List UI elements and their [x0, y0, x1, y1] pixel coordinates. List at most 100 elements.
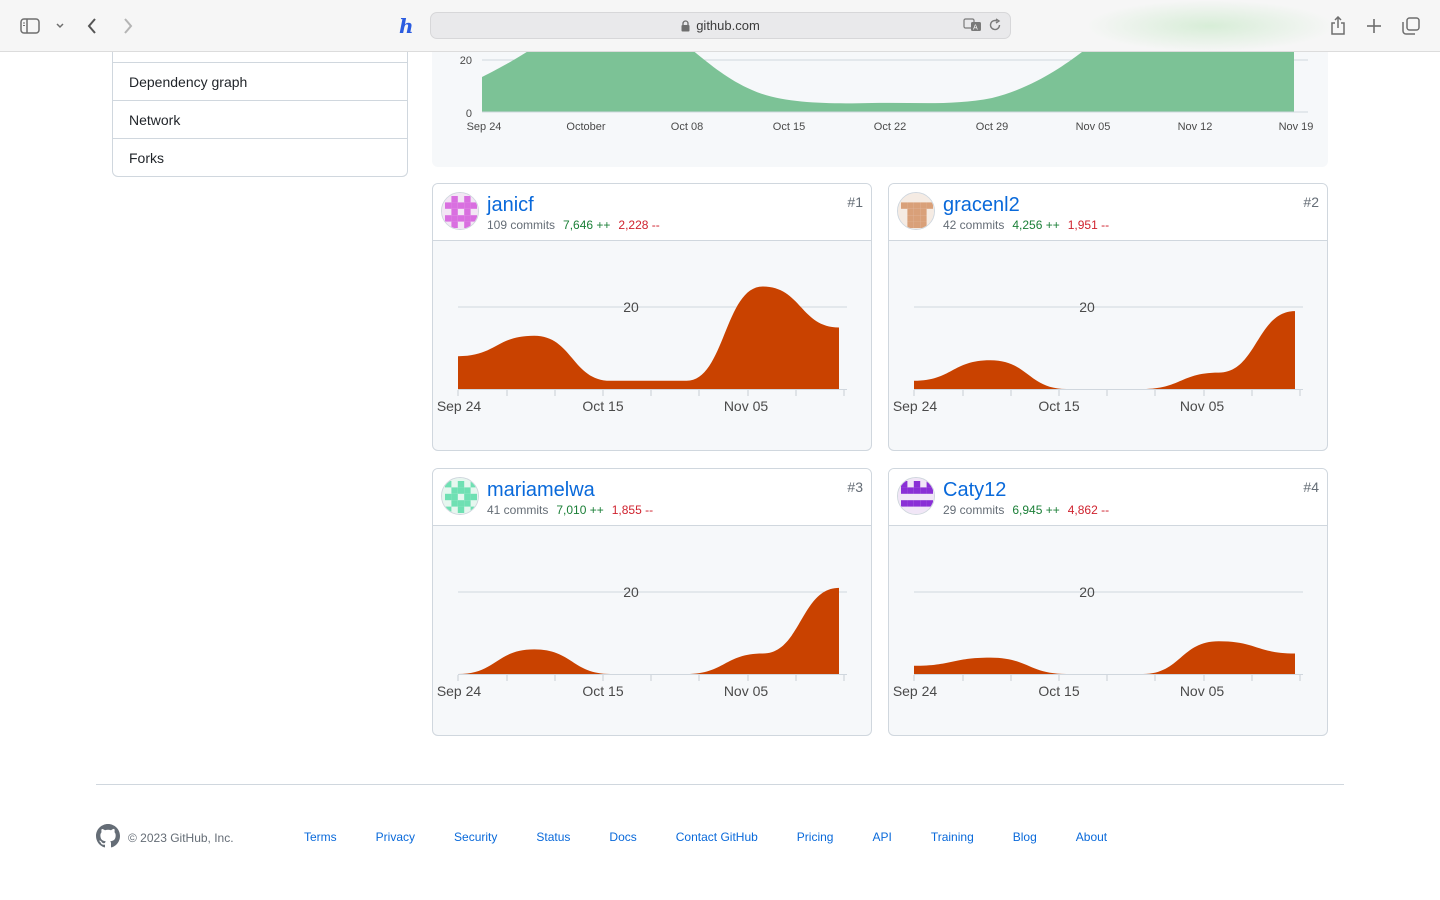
footer-link[interactable]: Contact GitHub	[676, 830, 758, 844]
contributor-card: Caty12 29 commits 6,945 ++ 4,862 -- #4 20 Sep …	[888, 468, 1328, 736]
sidebar-item-network[interactable]: Network	[113, 100, 407, 138]
commits-link[interactable]: 29 commits	[943, 503, 1004, 517]
reload-icon[interactable]	[989, 18, 1002, 35]
new-tab-plus-icon[interactable]	[1360, 12, 1388, 40]
contributor-username-link[interactable]: Caty12	[943, 479, 1006, 502]
svg-text:h: h	[399, 15, 414, 37]
y-tick-label: 0	[466, 108, 472, 120]
deletions-count: 4,862 --	[1067, 503, 1110, 517]
sidebar-item-label: Network	[129, 111, 181, 128]
x-tick-label: Sep 24	[437, 398, 482, 414]
footer-link[interactable]: Pricing	[797, 830, 834, 844]
commits-link[interactable]: 42 commits	[943, 218, 1004, 232]
contributor-stats: 41 commits 7,010 ++ 1,855 --	[487, 503, 653, 517]
address-bar[interactable]: github.com A	[430, 12, 1011, 39]
contributor-card: gracenl2 42 commits 4,256 ++ 1,951 -- #2 20 Se…	[888, 183, 1328, 451]
contributor-username-link[interactable]: mariamelwa	[487, 479, 595, 502]
contributor-commits-chart: 20 Sep 24 Oct 15 Nov 05	[437, 286, 847, 414]
copyright-text: © 2023 GitHub, Inc.	[128, 831, 234, 845]
github-logo-icon[interactable]	[96, 823, 120, 853]
footer-link[interactable]: Training	[931, 830, 974, 844]
avatar[interactable]	[441, 192, 479, 230]
commits-link[interactable]: 109 commits	[487, 218, 555, 232]
contributor-card: mariamelwa 41 commits 7,010 ++ 1,855 -- #3 20…	[432, 468, 872, 736]
x-tick-label: Sep 24	[437, 683, 482, 699]
toolbar-glow	[1085, 0, 1335, 52]
contributor-card-header: mariamelwa 41 commits 7,010 ++ 1,855 -- #3	[433, 469, 871, 526]
additions-count: 4,256 ++	[1012, 218, 1060, 232]
contributor-username-link[interactable]: gracenl2	[943, 194, 1020, 217]
x-tick-label: Oct 15	[582, 398, 623, 414]
y-tick-label: 20	[1079, 299, 1095, 315]
contributor-rank: #4	[1303, 479, 1319, 495]
commits-overview-chart: 20 0 Sep 24 October Oct 08 Oct 15 Oct 22 Oct …	[432, 52, 1328, 167]
deletions-count: 1,951 --	[1067, 218, 1110, 232]
x-tick-label: Sep 24	[467, 121, 502, 133]
contributor-stats: 42 commits 4,256 ++ 1,951 --	[943, 218, 1109, 232]
contributor-stats: 29 commits 6,945 ++ 4,862 --	[943, 503, 1109, 517]
contributor-rank: #1	[847, 194, 863, 210]
commits-area	[458, 286, 839, 389]
deletions-count: 2,228 --	[618, 218, 660, 232]
commits-area	[914, 641, 1295, 674]
contributor-commits-chart: 20 Sep 24 Oct 15 Nov 05	[437, 584, 847, 699]
x-tick-label: Nov 05	[1180, 683, 1225, 699]
translate-icon[interactable]: A	[963, 18, 983, 35]
x-tick-label: Oct 29	[976, 121, 1008, 133]
chevron-down-icon[interactable]	[46, 12, 74, 40]
avatar[interactable]	[897, 192, 935, 230]
commits-area	[914, 311, 1295, 389]
sidebar-item-dependency-graph[interactable]: Dependency graph	[113, 62, 407, 100]
x-tick-label: Nov 12	[1178, 121, 1213, 133]
footer-links: Terms Privacy Security Status Docs Contact Gi…	[304, 830, 1146, 844]
commits-overview-svg: 20 0 Sep 24 October Oct 08 Oct 15 Oct 22 Oct …	[460, 52, 1314, 133]
sidebar-item-label: Forks	[129, 149, 164, 166]
contributor-rank: #3	[847, 479, 863, 495]
footer-link[interactable]: Status	[536, 830, 570, 844]
x-tick-label: October	[566, 121, 605, 133]
footer-divider	[96, 784, 1344, 785]
footer-link[interactable]: Security	[454, 830, 497, 844]
additions-count: 7,010 ++	[556, 503, 604, 517]
x-axis-ticks: Sep 24 October Oct 08 Oct 15 Oct 22 Oct 29 Nov…	[467, 121, 1314, 133]
forward-arrow-icon[interactable]	[114, 12, 142, 40]
insights-sidebar: Dependency graph Network Forks	[112, 52, 408, 177]
x-tick-label: Oct 15	[1038, 398, 1079, 414]
y-tick-label: 20	[460, 55, 472, 67]
contributor-username-link[interactable]: janicf	[487, 194, 534, 217]
contributor-stats: 109 commits 7,646 ++ 2,228 --	[487, 218, 660, 232]
y-tick-label: 20	[623, 584, 639, 600]
commits-area	[458, 587, 839, 674]
lock-icon	[681, 19, 690, 32]
tab-overview-icon[interactable]	[1397, 12, 1425, 40]
avatar[interactable]	[897, 477, 935, 515]
additions-count: 7,646 ++	[563, 218, 611, 232]
footer-link[interactable]: API	[872, 830, 891, 844]
share-icon[interactable]	[1324, 12, 1352, 40]
contributor-commits-chart: 20 Sep 24 Oct 15 Nov 05	[893, 584, 1303, 699]
sidebar-item-forks[interactable]: Forks	[113, 138, 407, 176]
contributor-commits-chart: 20 Sep 24 Oct 15 Nov 05	[893, 299, 1303, 414]
x-tick-label: Oct 15	[773, 121, 805, 133]
footer-link[interactable]: Privacy	[376, 830, 415, 844]
y-tick-label: 20	[1079, 584, 1095, 600]
sidebar-item-label: Dependency graph	[129, 73, 248, 90]
additions-count: 6,945 ++	[1012, 503, 1060, 517]
x-tick-label: Oct 08	[671, 121, 703, 133]
svg-text:A: A	[973, 24, 978, 32]
x-tick-label: Oct 15	[582, 683, 623, 699]
x-tick-label: Nov 05	[1076, 121, 1111, 133]
avatar[interactable]	[441, 477, 479, 515]
y-tick-label: 20	[623, 299, 639, 315]
deletions-count: 1,855 --	[611, 503, 654, 517]
commits-link[interactable]: 41 commits	[487, 503, 548, 517]
footer-link[interactable]: About	[1076, 830, 1107, 844]
extension-h-icon[interactable]: h	[392, 12, 420, 40]
footer-link[interactable]: Blog	[1013, 830, 1037, 844]
x-tick-label: Nov 05	[1180, 398, 1225, 414]
back-arrow-icon[interactable]	[78, 12, 106, 40]
x-tick-label: Nov 05	[724, 683, 769, 699]
sidebar-toggle-icon[interactable]	[16, 12, 44, 40]
footer-link[interactable]: Terms	[304, 830, 337, 844]
footer-link[interactable]: Docs	[609, 830, 636, 844]
